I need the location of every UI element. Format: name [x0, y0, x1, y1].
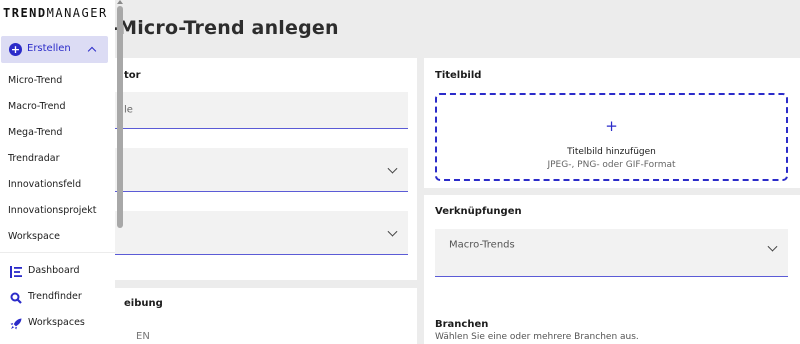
- search-icon: [10, 292, 22, 304]
- page-title: -Micro-Trend anlegen: [110, 17, 339, 39]
- logo-light-text: MANAGER: [46, 6, 108, 20]
- chevron-up-icon: [87, 46, 97, 56]
- app-logo[interactable]: TRENDMANAGER: [3, 6, 108, 20]
- create-item-workspace[interactable]: Workspace: [8, 231, 60, 242]
- titelbild-label: Titelbild: [435, 70, 482, 81]
- scroll-up-arrow-icon[interactable]: [117, 0, 123, 4]
- create-item-innovationsprojekt[interactable]: Innovationsprojekt: [8, 205, 97, 216]
- nav-workspaces-label: Workspaces: [28, 317, 85, 328]
- branchen-hint: Wählen Sie eine oder mehrere Branchen au…: [435, 332, 639, 342]
- sidebar: TRENDMANAGER + Erstellen Micro-Trend Mac…: [0, 0, 115, 344]
- create-item-macro-trend[interactable]: Macro-Trend: [8, 101, 65, 112]
- language-tab-en[interactable]: EN: [136, 331, 150, 342]
- branchen-label: Branchen: [435, 319, 489, 330]
- chevron-down-icon: [387, 163, 398, 174]
- select-dropdown-1[interactable]: [110, 148, 408, 192]
- description-card: eibung EN: [110, 288, 417, 344]
- upload-format-hint: JPEG-, PNG- oder GIF-Format: [547, 160, 676, 170]
- list-icon: [10, 266, 22, 278]
- nav-dashboard-label: Dashboard: [28, 265, 80, 276]
- rocket-icon: [10, 318, 22, 330]
- select-dropdown-2[interactable]: [110, 211, 408, 255]
- titelbild-card: Titelbild + Titelbild hinzufügen JPEG-, …: [424, 58, 800, 188]
- description-section-label: eibung: [124, 298, 163, 309]
- create-item-trendradar[interactable]: Trendradar: [8, 153, 60, 164]
- plus-circle-icon: +: [9, 43, 22, 56]
- chevron-down-icon: [387, 226, 398, 237]
- create-menu-toggle[interactable]: + Erstellen: [1, 36, 108, 63]
- verknuepfungen-card: Verknüpfungen Macro-Trends Branchen Wähl…: [424, 195, 800, 344]
- create-label: Erstellen: [27, 43, 71, 54]
- title-input[interactable]: le: [110, 92, 408, 129]
- chevron-down-icon: [767, 241, 778, 252]
- divider: [0, 252, 115, 253]
- macro-trends-select[interactable]: Macro-Trends: [435, 229, 788, 277]
- create-item-micro-trend[interactable]: Micro-Trend: [8, 75, 62, 86]
- author-section-label: tor: [124, 70, 141, 81]
- details-card: tor le: [110, 58, 417, 280]
- nav-trendfinder-label: Trendfinder: [28, 291, 82, 302]
- title-input-text: le: [124, 104, 133, 116]
- macro-trends-placeholder: Macro-Trends: [449, 239, 515, 251]
- create-item-innovationsfeld[interactable]: Innovationsfeld: [8, 179, 81, 190]
- upload-title: Titelbild hinzufügen: [567, 147, 656, 157]
- sidebar-scrollbar[interactable]: [117, 6, 123, 228]
- logo-bold-text: TREND: [3, 6, 47, 20]
- image-upload-dropzone[interactable]: + Titelbild hinzufügen JPEG-, PNG- oder …: [435, 93, 788, 181]
- verknuepfungen-label: Verknüpfungen: [435, 206, 522, 217]
- plus-icon: +: [605, 117, 618, 135]
- create-item-mega-trend[interactable]: Mega-Trend: [8, 127, 62, 138]
